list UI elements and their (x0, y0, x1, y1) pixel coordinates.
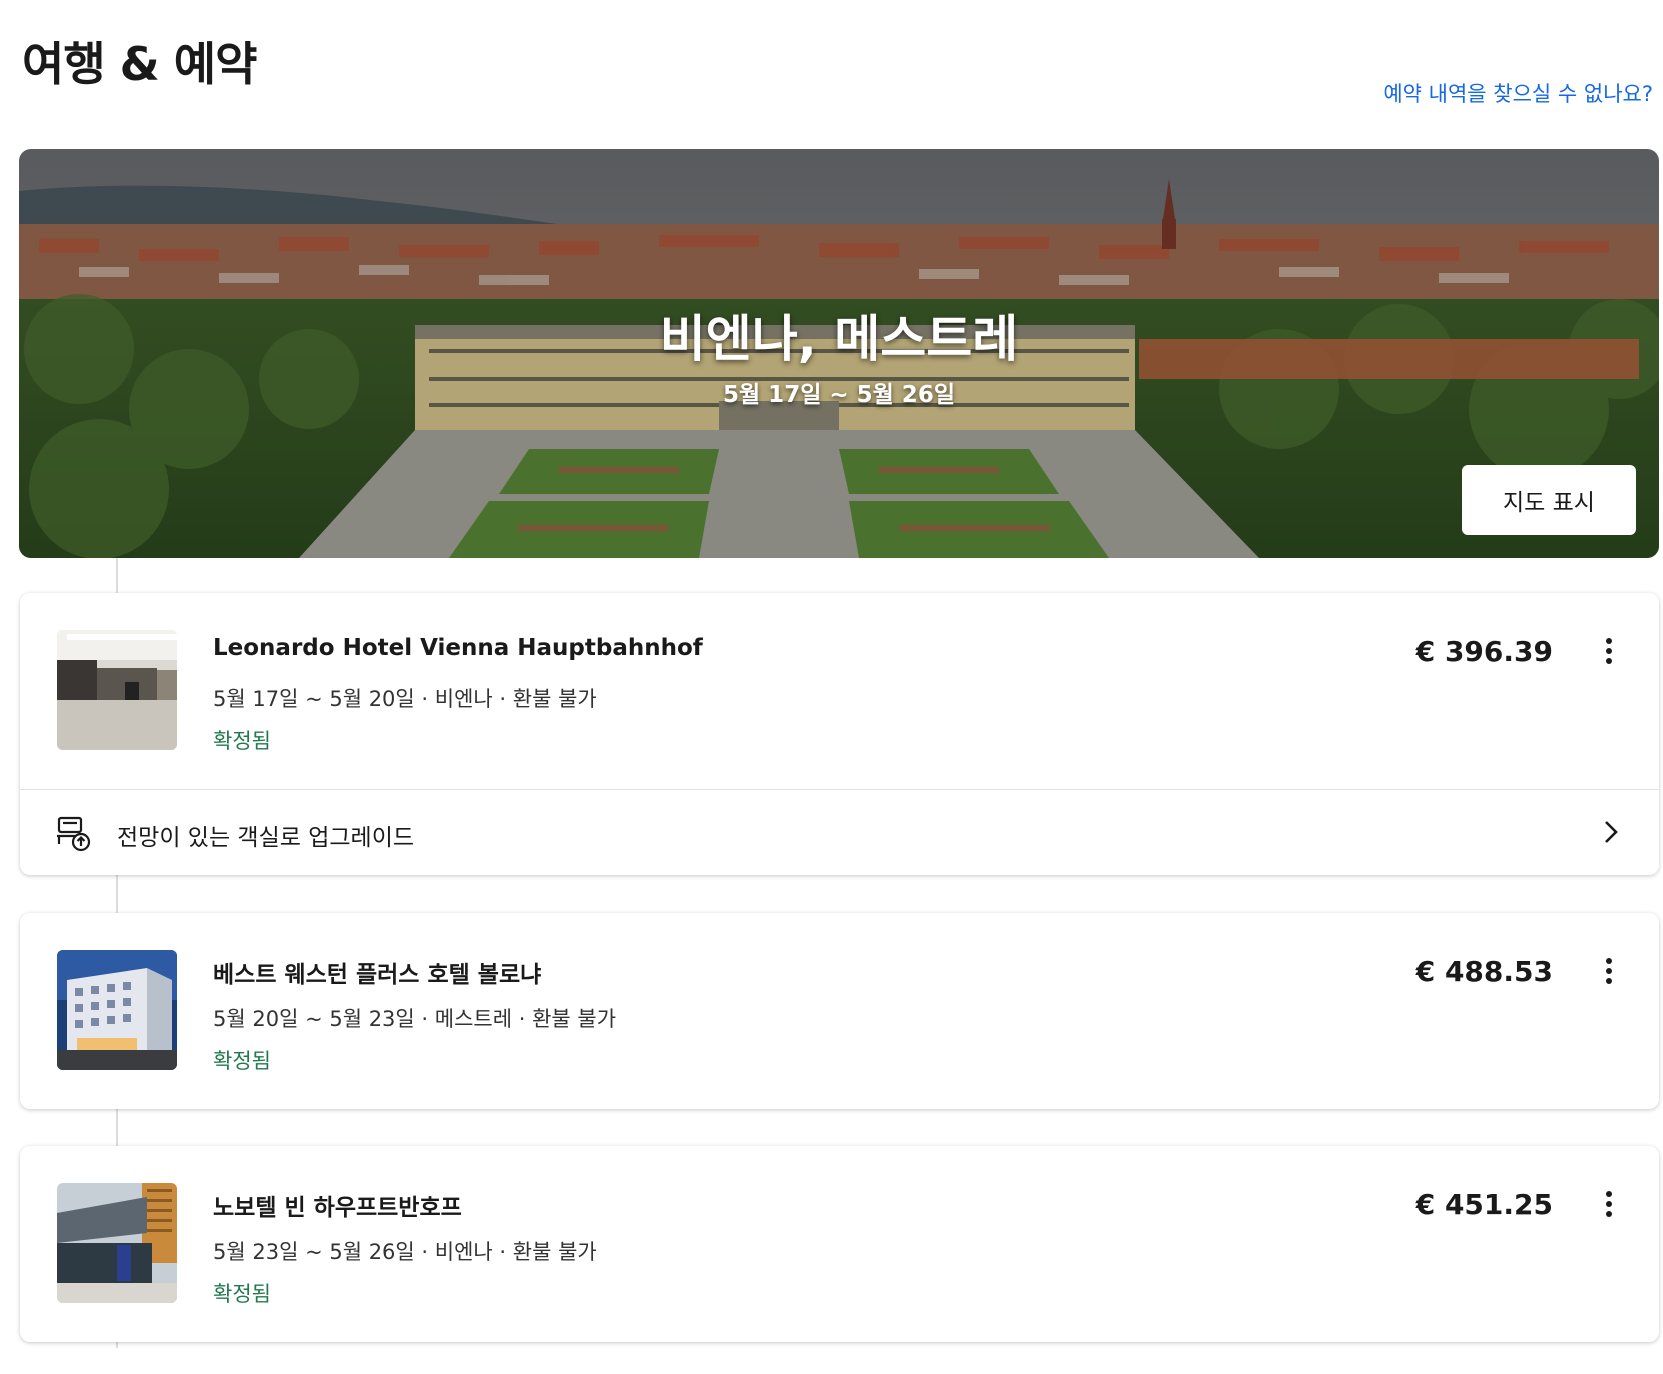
room-upgrade-icon (57, 816, 91, 852)
hotel-name[interactable]: 베스트 웨스턴 플러스 호텔 볼로냐 (213, 955, 541, 989)
booking-card-main[interactable]: 노보텔 빈 하우프트반호프 5월 23일 ~ 5월 26일 · 비엔나 · 환불… (20, 1146, 1659, 1342)
hotel-name[interactable]: 노보텔 빈 하우프트반호프 (213, 1188, 462, 1222)
booking-status: 확정됨 (213, 729, 271, 753)
trips-page: 여행 & 예약 예약 내역을 찾으실 수 없나요? 비엔나, 메스트레 5월 1… (0, 0, 1663, 1374)
booking-details: 5월 17일 ~ 5월 20일 · 비엔나 · 환불 불가 (213, 687, 597, 711)
more-options-button[interactable] (1595, 1184, 1623, 1224)
hotel-name[interactable]: Leonardo Hotel Vienna Hauptbahnhof (213, 635, 703, 661)
booking-card: 노보텔 빈 하우프트반호프 5월 23일 ~ 5월 26일 · 비엔나 · 환불… (20, 1146, 1659, 1342)
upgrade-room-label: 전망이 있는 객실로 업그레이드 (117, 825, 415, 851)
page-title: 여행 & 예약 (22, 37, 257, 91)
booking-details: 5월 20일 ~ 5월 23일 · 메스트레 · 환불 불가 (213, 1007, 617, 1031)
more-options-button[interactable] (1595, 631, 1623, 671)
show-map-button[interactable]: 지도 표시 (1462, 465, 1636, 535)
more-vertical-icon (1606, 638, 1612, 644)
upgrade-room-row[interactable]: 전망이 있는 객실로 업그레이드 (20, 789, 1659, 875)
booking-card: 베스트 웨스턴 플러스 호텔 볼로냐 5월 20일 ~ 5월 23일 · 메스트… (20, 913, 1659, 1109)
more-options-button[interactable] (1595, 951, 1623, 991)
more-vertical-icon (1606, 958, 1612, 964)
hotel-thumbnail (57, 1183, 177, 1303)
trip-hero-banner: 비엔나, 메스트레 5월 17일 ~ 5월 26일 지도 표시 (19, 149, 1659, 558)
trip-destination-title: 비엔나, 메스트레 (659, 310, 1019, 368)
booking-card-main[interactable]: Leonardo Hotel Vienna Hauptbahnhof 5월 17… (20, 593, 1659, 789)
cant-find-booking-link[interactable]: 예약 내역을 찾으실 수 없나요? (1383, 78, 1653, 108)
trip-date-range: 5월 17일 ~ 5월 26일 (723, 382, 955, 408)
hotel-thumbnail (57, 950, 177, 1070)
booking-card: Leonardo Hotel Vienna Hauptbahnhof 5월 17… (20, 593, 1659, 875)
booking-status: 확정됨 (213, 1049, 271, 1073)
booking-card-main[interactable]: 베스트 웨스턴 플러스 호텔 볼로냐 5월 20일 ~ 5월 23일 · 메스트… (20, 913, 1659, 1109)
hotel-thumbnail (57, 630, 177, 750)
chevron-right-icon (1605, 821, 1618, 843)
booking-price: € 396.39 (1415, 635, 1553, 668)
more-vertical-icon (1606, 1191, 1612, 1197)
booking-price: € 488.53 (1415, 955, 1553, 988)
booking-status: 확정됨 (213, 1282, 271, 1306)
booking-price: € 451.25 (1415, 1188, 1553, 1221)
booking-details: 5월 23일 ~ 5월 26일 · 비엔나 · 환불 불가 (213, 1240, 597, 1264)
